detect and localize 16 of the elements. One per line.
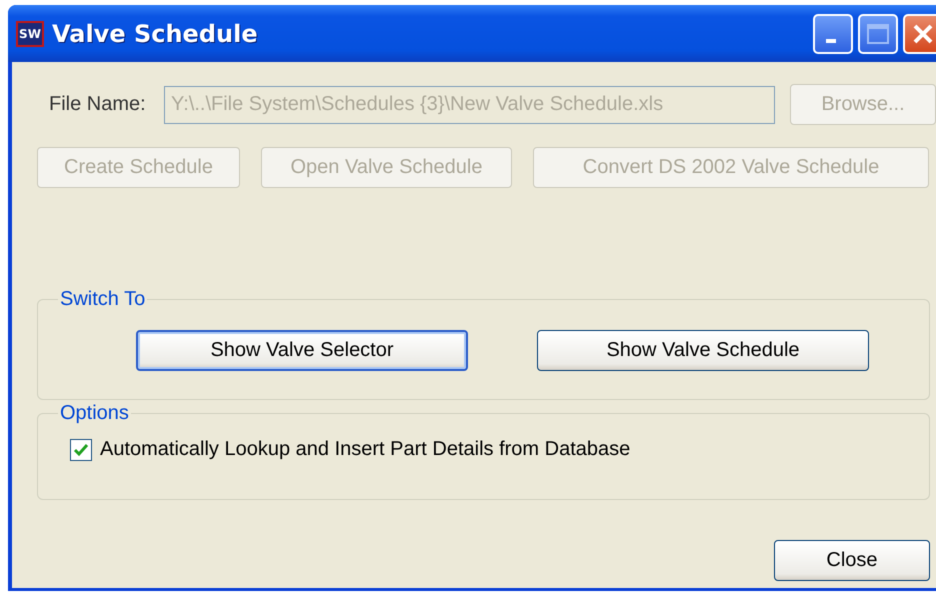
switch-button[interactable]: Show Valve Selector bbox=[136, 330, 468, 371]
checkbox[interactable] bbox=[70, 438, 92, 461]
checkbox-label: Automatically Lookup and Insert Part Details from Database bbox=[100, 438, 630, 462]
close-window-button[interactable] bbox=[903, 14, 936, 54]
maximize-button[interactable] bbox=[858, 14, 898, 54]
minimize-button[interactable] bbox=[813, 14, 853, 54]
close-button[interactable]: Close bbox=[774, 540, 930, 582]
file-name-label: File Name: bbox=[48, 93, 147, 116]
group-title: Options bbox=[59, 402, 130, 425]
maximize-icon bbox=[866, 22, 890, 44]
minimize-icon bbox=[826, 38, 836, 42]
close-icon bbox=[912, 22, 934, 44]
group-title: Switch To bbox=[59, 288, 146, 311]
window-title: Valve Schedule bbox=[52, 20, 259, 48]
app-logo: SW bbox=[16, 20, 44, 46]
switch-button[interactable]: Show Valve Schedule bbox=[537, 330, 869, 371]
